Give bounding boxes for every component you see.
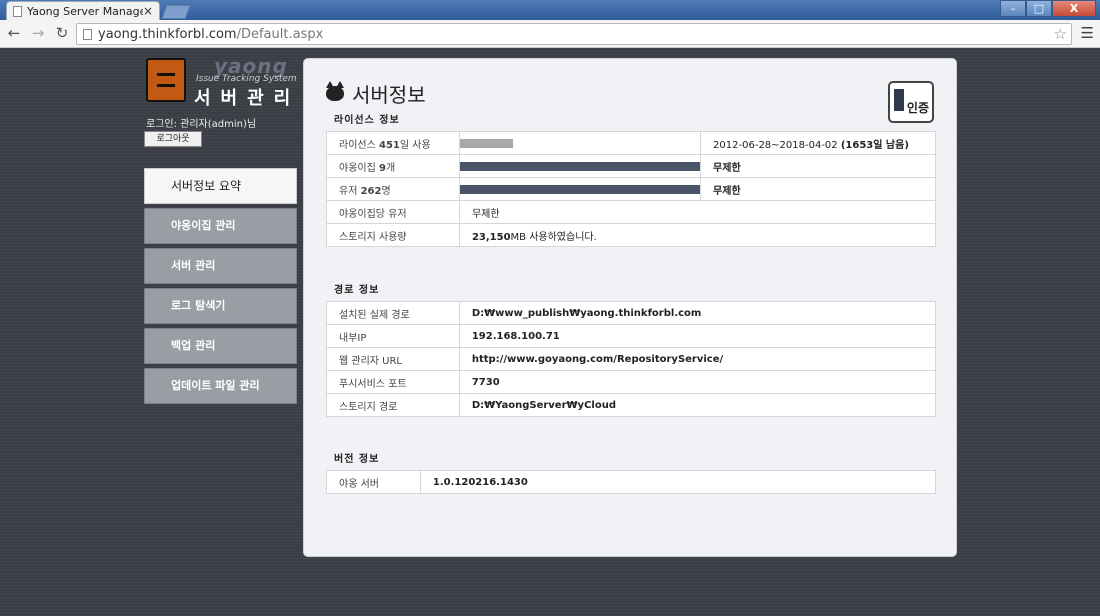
window-titlebar: Yaong Server Manager × – □ X [0, 0, 1100, 20]
sidebar-item-update-files[interactable]: 업데이트 파일 관리 [144, 368, 297, 404]
user-limit: 무제한 [700, 177, 936, 201]
label-text: 유저 [339, 185, 361, 197]
label-suffix: 개 [385, 162, 396, 174]
forward-arrow-icon[interactable]: → [28, 24, 48, 42]
table-row: 스토리지 경로 D:₩YaongServer₩yCloud [326, 393, 937, 417]
table-row: 설치된 실제 경로 D:₩www_publish₩yaong.thinkforbl… [326, 301, 937, 325]
logout-button[interactable]: 로그아웃 [144, 131, 202, 147]
license-usage-bar [459, 138, 513, 148]
url-host: yaong.thinkforbl.com [98, 26, 237, 42]
bookmark-star-icon[interactable]: ☆ [1054, 25, 1067, 43]
table-row: 웹 관리자 URL http://www.goyaong.com/Reposito… [326, 347, 937, 371]
path-section-title: 경로 정보 [334, 285, 380, 296]
storage-usage-value: 23,150MB 사용하였습니다. [458, 223, 937, 247]
house-usage-bar [459, 161, 701, 171]
url-path: /Default.aspx [236, 26, 324, 42]
path-table: 설치된 실제 경로 D:₩www_publish₩yaong.thinkforbl… [326, 301, 937, 417]
house-count-label: 야옹이집 9개 [326, 154, 460, 178]
table-row: 내부IP 192.168.100.71 [326, 324, 937, 348]
browser-tab[interactable]: Yaong Server Manager × [6, 1, 160, 20]
admin-title: 서버관리 [194, 88, 301, 109]
version-section-title: 버전 정보 [334, 454, 380, 465]
version-table: 야옹 서버 1.0.120216.1430 [326, 470, 937, 494]
reload-icon[interactable]: ↻ [52, 24, 72, 42]
table-row: 유저 262명 무제한 [326, 177, 936, 201]
table-row: 야옹이집당 유저 무제한 [326, 200, 937, 224]
internal-ip-label: 내부IP [326, 324, 460, 348]
certification-label: 인증 [906, 101, 929, 115]
cat-mascot-icon [146, 58, 186, 102]
user-count-label: 유저 262명 [326, 177, 460, 201]
page-title: 서버정보 [326, 79, 426, 108]
url-text[interactable]: yaong.thinkforbl.com/Default.aspx [98, 27, 323, 42]
sidebar-item-backup-management[interactable]: 백업 관리 [144, 328, 297, 364]
web-admin-url-value: http://www.goyaong.com/RepositoryService… [458, 347, 937, 371]
server-info-panel: 서버정보 인증 라이선스 정보 라이선스 451일 사용 2012-06-28~… [303, 58, 957, 557]
users-per-house-value: 무제한 [458, 200, 937, 224]
minimize-button[interactable]: – [1000, 0, 1026, 17]
page-body: yaong Issue Tracking System 서버관리 로그인: 관리… [0, 48, 1100, 616]
storage-path-value: D:₩YaongServer₩yCloud [458, 393, 937, 417]
login-info: 로그인: 관리자(admin)님 [146, 119, 257, 130]
license-period: 2012-06-28~2018-04-02 (1653일 남음) [700, 131, 936, 155]
install-path-value: D:₩www_publish₩yaong.thinkforbl.com [458, 301, 937, 325]
server-version-value: 1.0.120216.1430 [419, 470, 937, 494]
table-row: 푸시서비스 포트 7730 [326, 370, 937, 394]
push-port-label: 푸시서비스 포트 [326, 370, 460, 394]
label-suffix: 명 [381, 185, 391, 197]
address-bar[interactable]: yaong.thinkforbl.com/Default.aspx ☆ [76, 23, 1072, 45]
new-tab-button[interactable] [161, 5, 191, 19]
sidebar-item-server-summary[interactable]: 서버정보 요약 [144, 168, 297, 204]
house-limit: 무제한 [700, 154, 936, 178]
table-row: 스토리지 사용량 23,150MB 사용하였습니다. [326, 223, 937, 247]
internal-ip-value: 192.168.100.71 [458, 324, 937, 348]
maximize-button[interactable]: □ [1026, 0, 1052, 17]
storage-usage-text: MB 사용하였습니다. [510, 231, 597, 243]
ribbon-icon [894, 89, 904, 111]
cat-icon [326, 81, 344, 101]
license-days-label: 라이선스 451일 사용 [326, 131, 460, 155]
users-per-house-label: 야옹이집당 유저 [326, 200, 460, 224]
storage-usage-amount: 23,150 [471, 231, 511, 243]
browser-menu-icon[interactable]: ☰ [1081, 24, 1094, 42]
table-row: 야옹 서버 1.0.120216.1430 [326, 470, 937, 494]
close-window-button[interactable]: X [1052, 0, 1096, 17]
sidebar-menu: 서버정보 요약 야옹이집 관리 서버 관리 로그 탐색기 백업 관리 업데이트 … [144, 168, 297, 408]
page-title-text: 서버정보 [352, 83, 426, 107]
license-usage-bar-cell [458, 131, 702, 155]
certification-badge: 인증 [888, 81, 934, 123]
sidebar-item-house-management[interactable]: 야옹이집 관리 [144, 208, 297, 244]
table-row: 라이선스 451일 사용 2012-06-28~2018-04-02 (1653… [326, 131, 936, 155]
close-tab-icon[interactable]: × [143, 4, 153, 18]
sidebar-item-server-management[interactable]: 서버 관리 [144, 248, 297, 284]
sidebar-item-log-explorer[interactable]: 로그 탐색기 [144, 288, 297, 324]
license-days-remaining: (1653일 남음) [840, 139, 909, 151]
license-period-dates: 2012-06-28~2018-04-02 [713, 139, 841, 151]
back-arrow-icon[interactable]: ← [4, 24, 24, 42]
user-usage-bar-cell [458, 177, 702, 201]
user-count: 262 [360, 185, 382, 197]
storage-usage-label: 스토리지 사용량 [326, 223, 460, 247]
label-suffix: 일 사용 [399, 139, 431, 151]
page-icon [83, 28, 92, 40]
install-path-label: 설치된 실제 경로 [326, 301, 460, 325]
label-text: 라이선스 [339, 139, 379, 151]
house-count: 9 [378, 162, 386, 174]
license-table: 라이선스 451일 사용 2012-06-28~2018-04-02 (1653… [326, 131, 937, 247]
table-row: 야옹이집 9개 무제한 [326, 154, 936, 178]
logo[interactable]: yaong Issue Tracking System 서버관리 [146, 54, 298, 109]
browser-toolbar: ← → ↻ yaong.thinkforbl.com/Default.aspx … [0, 20, 1100, 48]
house-usage-bar-cell [458, 154, 702, 178]
brand-tagline: Issue Tracking System [196, 74, 297, 84]
label-text: 야옹이집 [339, 162, 379, 174]
document-icon [13, 5, 22, 17]
license-section-title: 라이선스 정보 [334, 115, 400, 126]
storage-path-label: 스토리지 경로 [326, 393, 460, 417]
server-version-label: 야옹 서버 [326, 470, 421, 494]
tab-title: Yaong Server Manager [27, 4, 143, 18]
license-days-count: 451 [378, 139, 400, 151]
push-port-value: 7730 [458, 370, 937, 394]
web-admin-url-label: 웹 관리자 URL [326, 347, 460, 371]
user-usage-bar [459, 184, 701, 194]
